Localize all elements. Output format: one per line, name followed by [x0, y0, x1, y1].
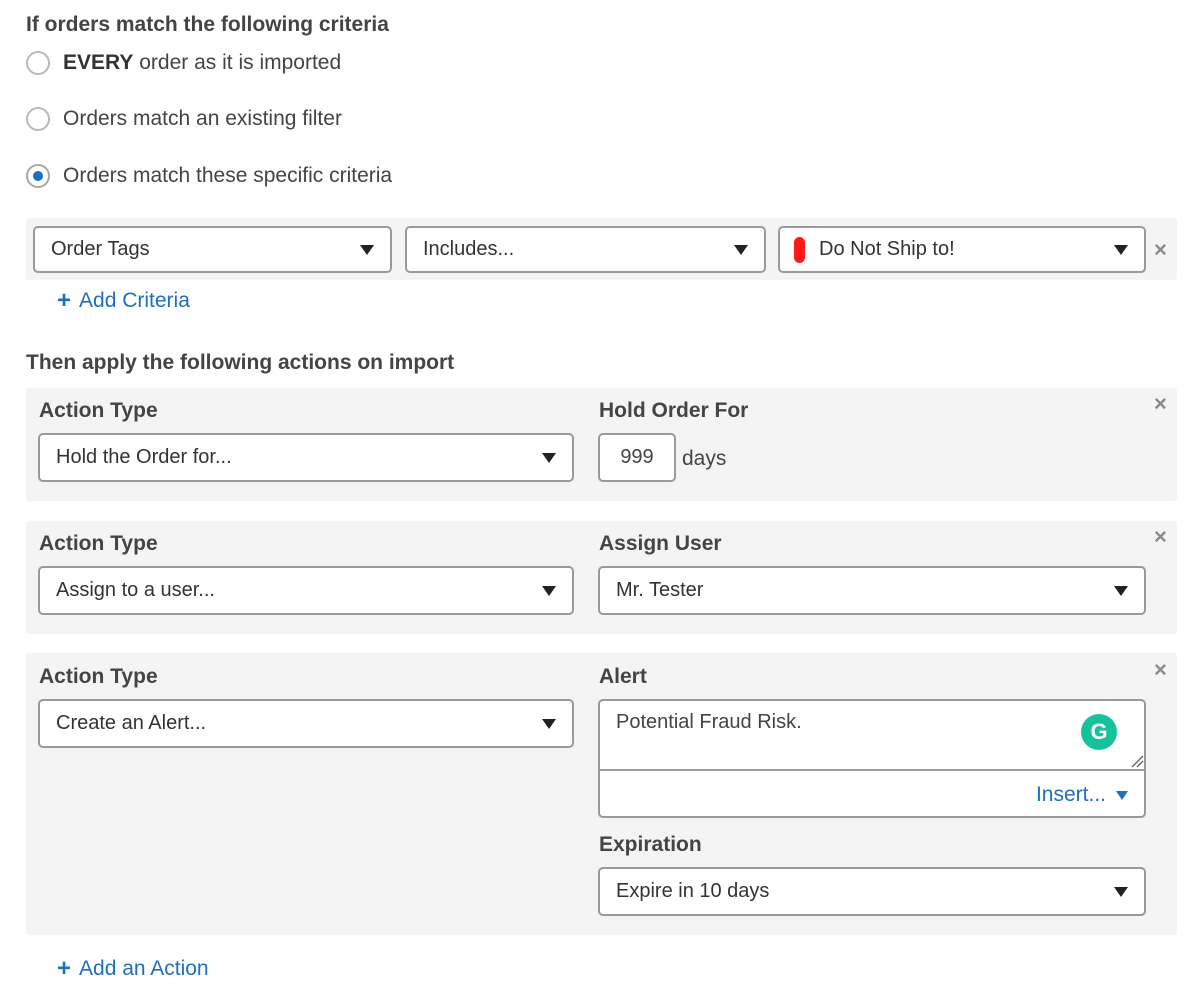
action-type-select-assign[interactable]: Assign to a user... [38, 566, 574, 615]
expiration-select[interactable]: Expire in 10 days [598, 867, 1146, 916]
alert-editor: Potential Fraud Risk. G Insert... [598, 699, 1146, 818]
chevron-down-icon [360, 244, 374, 255]
chevron-down-icon [542, 585, 556, 596]
alert-divider [600, 769, 1144, 771]
action-type-label: Action Type [39, 532, 158, 555]
radio-specific-criteria[interactable]: Orders match these specific criteria [26, 162, 392, 190]
expiration-value: Expire in 10 days [616, 880, 770, 902]
action-type-label: Action Type [39, 665, 158, 688]
alert-textarea[interactable]: Potential Fraud Risk. [616, 711, 802, 734]
chevron-down-icon [1114, 886, 1128, 897]
radio-specific-criteria-label: Orders match these specific criteria [63, 164, 393, 187]
remove-action-close-icon[interactable]: × [1154, 393, 1167, 415]
chevron-down-icon [734, 244, 748, 255]
insert-label: Insert... [1035, 783, 1106, 806]
radio-existing-filter[interactable]: Orders match an existing filter [26, 105, 342, 133]
chevron-down-icon [1116, 790, 1128, 800]
days-unit-label: days [682, 447, 727, 470]
action-type-select-hold[interactable]: Hold the Order for... [38, 433, 574, 482]
grammarly-icon[interactable]: G [1081, 714, 1117, 750]
chevron-down-icon [1114, 244, 1128, 255]
add-action-button[interactable]: + Add an Action [57, 957, 209, 981]
remove-criteria-close-icon[interactable]: × [1154, 239, 1167, 261]
chevron-down-icon [542, 452, 556, 463]
criteria-field-value: Order Tags [51, 238, 150, 260]
criteria-section-title: If orders match the following criteria [26, 13, 389, 36]
add-criteria-label: Add Criteria [79, 289, 190, 312]
radio-every-order-label: EVERY order as it is imported [63, 51, 342, 74]
action-type-value: Assign to a user... [56, 579, 215, 601]
expiration-label: Expiration [599, 833, 702, 856]
hold-order-for-label: Hold Order For [599, 399, 749, 422]
action-type-label: Action Type [39, 399, 158, 422]
criteria-tag-select[interactable]: Do Not Ship to! [778, 226, 1146, 273]
plus-icon: + [57, 955, 72, 982]
criteria-operator-select[interactable]: Includes... [405, 226, 766, 273]
add-criteria-button[interactable]: + Add Criteria [57, 289, 190, 313]
criteria-tag-value: Do Not Ship to! [819, 238, 955, 260]
criteria-field-select[interactable]: Order Tags [33, 226, 392, 273]
hold-days-input[interactable]: 999 [598, 433, 676, 482]
action-type-value: Create an Alert... [56, 712, 207, 734]
radio-every-order[interactable]: EVERY order as it is imported [26, 49, 341, 77]
add-action-label: Add an Action [79, 957, 209, 980]
actions-section-title: Then apply the following actions on impo… [26, 351, 455, 374]
action-type-value: Hold the Order for... [56, 446, 232, 468]
plus-icon: + [57, 287, 72, 314]
remove-action-close-icon[interactable]: × [1154, 526, 1167, 548]
radio-every-order-circle[interactable] [26, 51, 50, 75]
chevron-down-icon [1114, 585, 1128, 596]
criteria-operator-value: Includes... [423, 238, 515, 260]
assign-user-select[interactable]: Mr. Tester [598, 566, 1146, 615]
radio-existing-filter-label: Orders match an existing filter [63, 107, 342, 130]
assign-user-value: Mr. Tester [616, 579, 704, 601]
radio-specific-criteria-circle[interactable] [26, 164, 50, 188]
radio-existing-filter-circle[interactable] [26, 107, 50, 131]
remove-action-close-icon[interactable]: × [1154, 659, 1167, 681]
assign-user-label: Assign User [599, 532, 722, 555]
alert-label: Alert [599, 665, 647, 688]
resize-grip-icon[interactable] [1130, 754, 1144, 768]
action-type-select-alert[interactable]: Create an Alert... [38, 699, 574, 748]
insert-dropdown[interactable]: Insert... [1036, 783, 1128, 807]
chevron-down-icon [542, 718, 556, 729]
